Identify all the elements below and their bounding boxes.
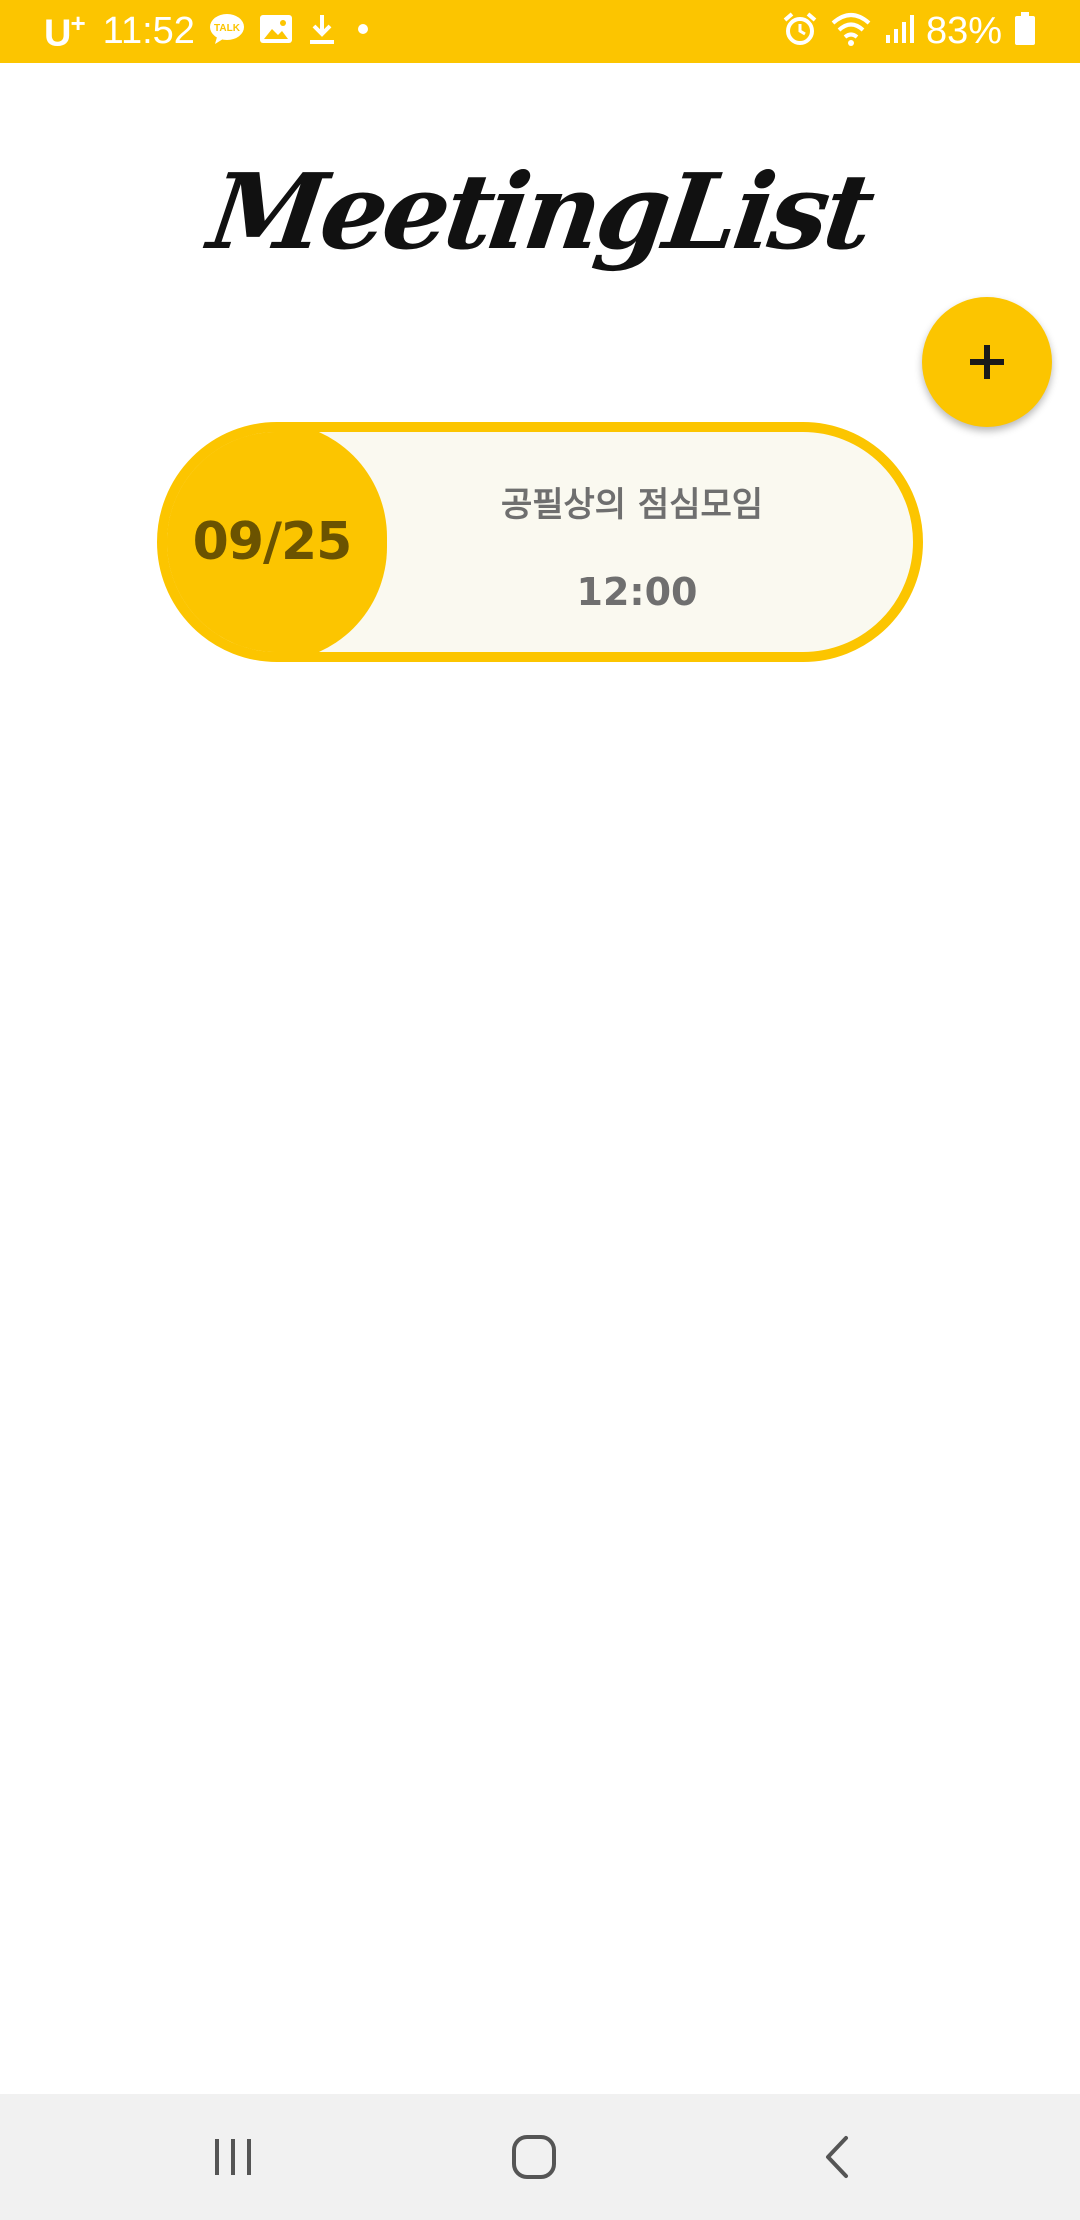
download-icon [307,13,337,50]
gallery-icon [259,14,293,49]
wifi-icon [830,11,872,52]
meeting-date-badge: 09/25 [167,432,387,652]
home-icon [512,2135,556,2179]
navigation-bar [0,2094,1080,2220]
back-icon [826,2136,848,2178]
dot-icon [351,17,375,46]
clock: 11:52 [102,10,195,52]
alarm-icon [782,11,818,52]
recents-icon [215,2139,251,2175]
meeting-time: 12:00 [576,570,698,614]
screen: U+ 11:52 TALK 83% MeetingList 09/25 공필상의… [0,0,1080,2220]
carrier-label: U+ [44,7,86,55]
signal-icon [884,13,914,50]
add-meeting-button[interactable] [922,297,1052,427]
back-button[interactable] [737,2094,937,2220]
kakaotalk-icon: TALK [209,13,245,50]
battery-icon [1014,12,1036,51]
status-bar-right: 83% [782,0,1036,63]
recents-button[interactable] [133,2094,333,2220]
plus-icon [970,345,1004,379]
svg-text:TALK: TALK [214,23,241,34]
battery-percent: 83% [925,10,1002,52]
home-button[interactable] [434,2094,634,2220]
status-bar-left: U+ 11:52 TALK [44,0,375,63]
meeting-name: 공필상의 점심모임 [500,485,764,525]
status-bar: U+ 11:52 TALK 83% [0,0,1080,63]
meeting-list-item[interactable]: 09/25 공필상의 점심모임 12:00 [157,422,923,662]
meeting-date: 09/25 [192,512,353,572]
page-title: MeetingList [202,150,878,273]
